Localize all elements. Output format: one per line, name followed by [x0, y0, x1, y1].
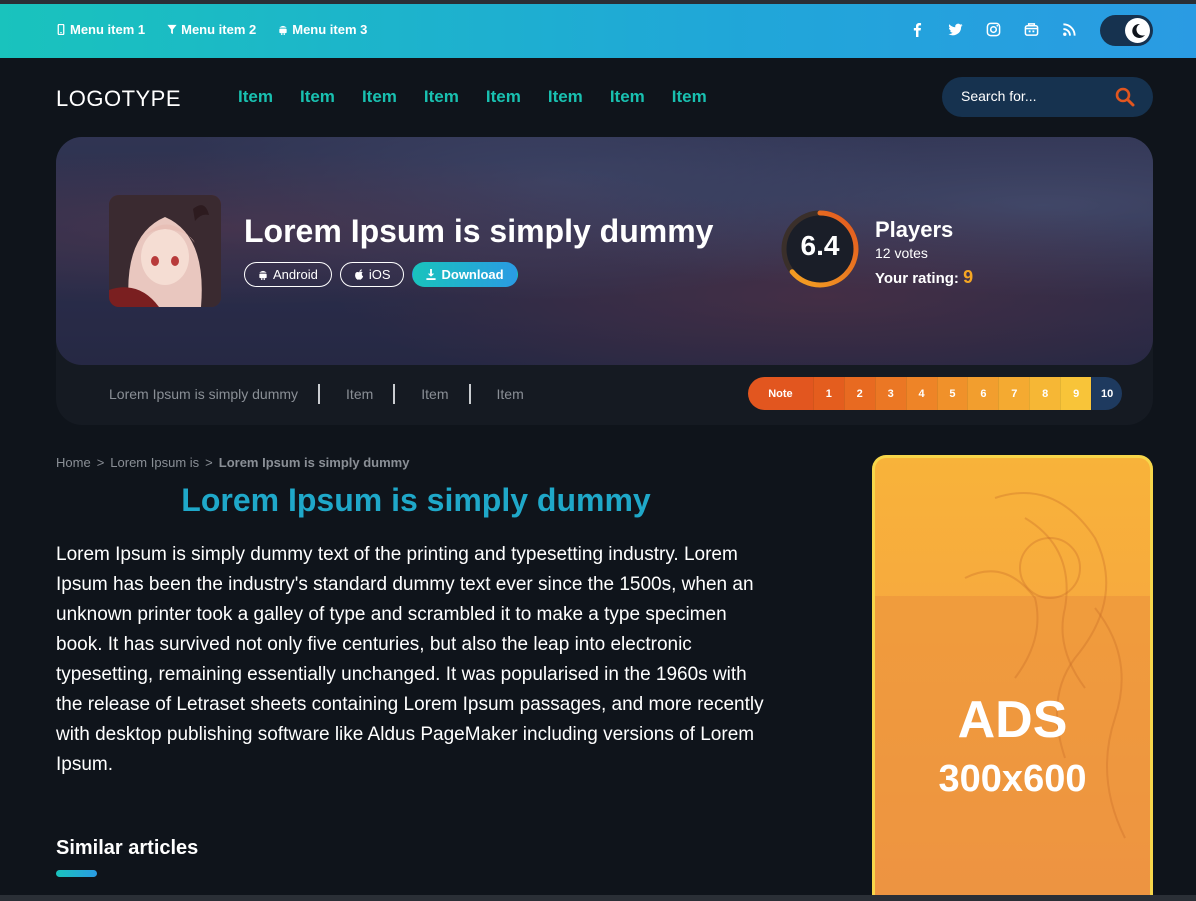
search-box — [942, 77, 1153, 117]
rating-option-5[interactable]: 5 — [936, 377, 968, 410]
moon-icon — [1131, 23, 1145, 38]
nav-item-4[interactable]: Item — [424, 87, 459, 107]
store-icon[interactable] — [1022, 20, 1040, 38]
search-input[interactable] — [961, 88, 1111, 104]
game-title: Lorem Ipsum is simply dummy — [244, 213, 714, 249]
rating-scale-label: Note — [748, 377, 813, 410]
download-button-label: Download — [441, 267, 504, 282]
sub-nav-item-4[interactable]: Item — [497, 386, 524, 402]
rating-option-9[interactable]: 9 — [1060, 377, 1092, 410]
page-bottom-edge — [0, 895, 1196, 901]
rating-option-8[interactable]: 8 — [1029, 377, 1061, 410]
twitter-icon[interactable] — [946, 20, 964, 38]
score-value: 6.4 — [800, 230, 840, 261]
instagram-icon[interactable] — [984, 20, 1002, 38]
android-chip[interactable]: Android — [244, 262, 332, 287]
divider — [393, 384, 396, 404]
android-icon — [259, 270, 267, 280]
social-links — [908, 20, 1078, 38]
download-button[interactable]: Download — [412, 262, 518, 287]
nav-item-1[interactable]: Item — [238, 87, 273, 107]
mobile-icon — [57, 24, 65, 35]
ad-size: 300x600 — [938, 758, 1087, 800]
similar-articles-heading: Similar articles — [56, 837, 199, 859]
theme-toggle[interactable] — [1100, 15, 1153, 46]
top-menu-label: Menu item 2 — [181, 22, 257, 37]
rating-option-7[interactable]: 7 — [998, 377, 1030, 410]
your-rating-label: Your rating: — [875, 270, 959, 287]
ios-chip-label: iOS — [368, 267, 391, 282]
divider — [318, 384, 321, 404]
ad-banner[interactable]: ADS 300x600 — [872, 455, 1153, 895]
main-nav: Item Item Item Item Item Item Item Item — [238, 87, 707, 107]
your-rating-value: 9 — [963, 267, 974, 287]
rating-option-6[interactable]: 6 — [967, 377, 999, 410]
heading-underline — [56, 870, 97, 877]
game-thumbnail — [109, 195, 221, 307]
facebook-icon[interactable] — [908, 20, 926, 38]
breadcrumb-parent[interactable]: Lorem Ipsum is — [110, 455, 199, 470]
nav-item-2[interactable]: Item — [300, 87, 335, 107]
ios-chip[interactable]: iOS — [339, 262, 405, 287]
article-title: Lorem Ipsum is simply dummy — [181, 482, 651, 518]
players-label: Players — [875, 217, 954, 242]
divider — [468, 384, 471, 404]
your-rating: Your rating: 9 — [875, 267, 973, 288]
search-icon[interactable] — [1115, 87, 1135, 107]
sub-nav-item-1[interactable]: Lorem Ipsum is simply dummy — [109, 386, 298, 402]
breadcrumb-separator: > — [205, 455, 213, 470]
top-menu-item-3[interactable]: Menu item 3 — [278, 22, 367, 37]
breadcrumb: Home > Lorem Ipsum is > Lorem Ipsum is s… — [56, 455, 409, 470]
apple-icon — [354, 269, 363, 280]
top-menu-label: Menu item 1 — [70, 22, 146, 37]
top-menu-item-2[interactable]: Menu item 2 — [167, 22, 256, 37]
sub-nav-item-2[interactable]: Item — [346, 386, 373, 402]
filter-icon — [167, 24, 177, 35]
download-icon — [426, 269, 437, 280]
android-icon — [279, 25, 287, 35]
nav-item-5[interactable]: Item — [486, 87, 521, 107]
ad-label: ADS — [957, 691, 1068, 749]
top-menu: Menu item 1 Menu item 2 Menu item 3 — [56, 22, 367, 37]
nav-item-6[interactable]: Item — [548, 87, 583, 107]
android-chip-label: Android — [273, 267, 318, 282]
platform-chips: Android iOS Download — [244, 262, 518, 287]
top-menu-label: Menu item 3 — [292, 22, 368, 37]
article-body: Lorem Ipsum is simply dummy text of the … — [56, 544, 764, 775]
breadcrumb-current: Lorem Ipsum is simply dummy — [218, 455, 410, 470]
top-bar: Menu item 1 Menu item 2 Menu item 3 — [0, 0, 1196, 58]
votes-count: 12 votes — [875, 245, 928, 261]
nav-item-3[interactable]: Item — [362, 87, 397, 107]
rating-option-1[interactable]: 1 — [812, 377, 844, 410]
nav-item-8[interactable]: Item — [672, 87, 707, 107]
top-menu-item-1[interactable]: Menu item 1 — [56, 22, 145, 37]
rating-option-3[interactable]: 3 — [874, 377, 906, 410]
rating-option-2[interactable]: 2 — [843, 377, 875, 410]
ad-artwork — [964, 492, 1126, 839]
sub-nav-item-3[interactable]: Item — [421, 386, 448, 402]
sub-nav: Lorem Ipsum is simply dummy Item Item It… — [109, 384, 524, 404]
theme-toggle-knob — [1125, 18, 1150, 43]
breadcrumb-separator: > — [96, 455, 105, 470]
rating-scale: Note 1 2 3 4 5 6 7 8 9 10 — [748, 377, 1122, 410]
nav-item-7[interactable]: Item — [610, 87, 645, 107]
logo[interactable]: LOGOTYPE — [56, 86, 181, 112]
rss-icon[interactable] — [1060, 20, 1078, 38]
rating-option-4[interactable]: 4 — [905, 377, 937, 410]
breadcrumb-home[interactable]: Home — [56, 455, 91, 470]
